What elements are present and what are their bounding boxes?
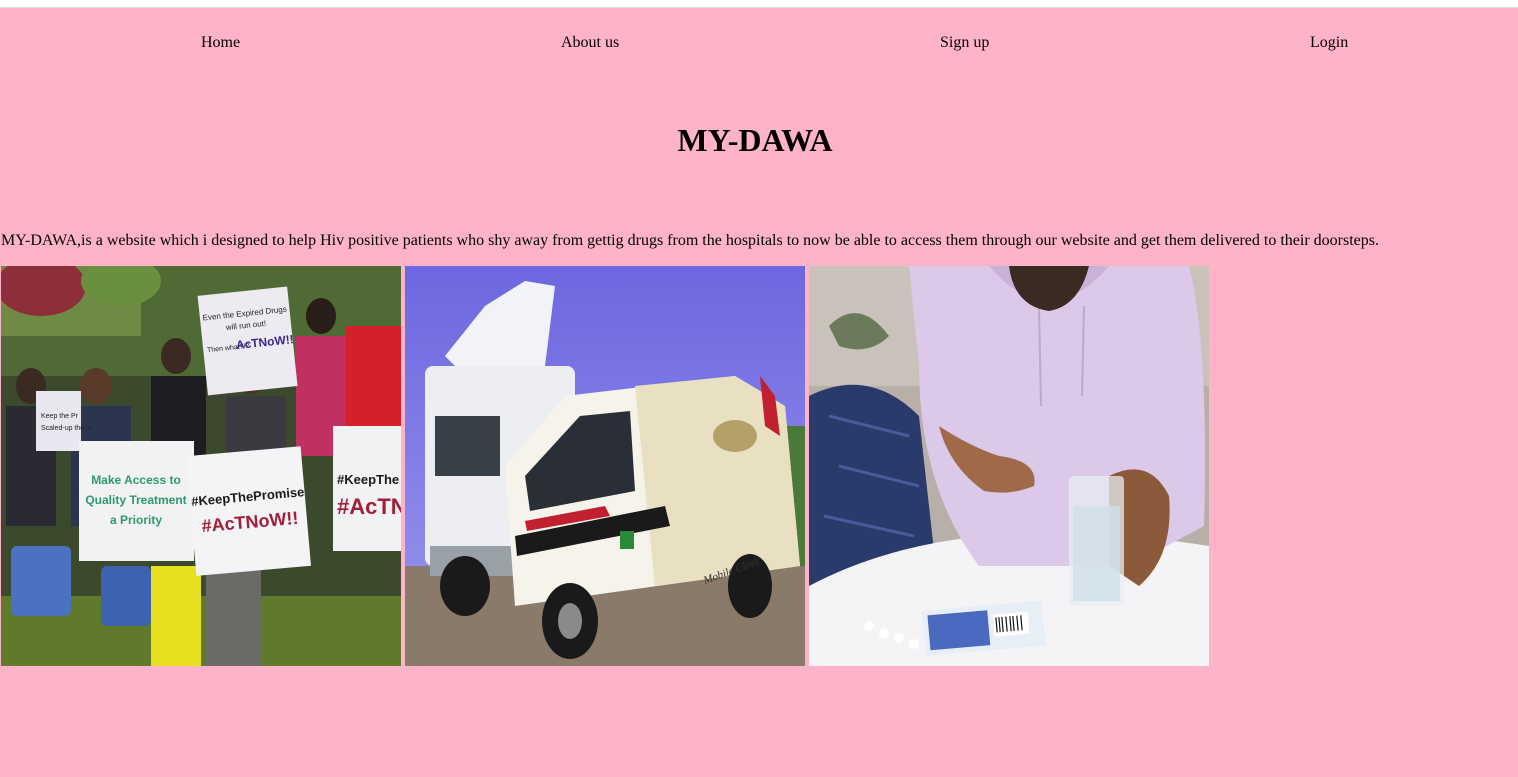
patient-medication-photo (809, 266, 1209, 666)
nav-link-sign-up[interactable]: Sign up (940, 34, 989, 52)
top-nav: Home About us Sign up Login (0, 34, 1518, 54)
sign-right-line-2: #AcTN (337, 494, 401, 519)
sign-green-line-1: Make Access to (91, 473, 181, 487)
page-background: Home About us Sign up Login MY-DAWA MY-D… (0, 7, 1518, 777)
sign-left-line-2: Scaled-up the Tr (41, 425, 93, 432)
sign-right-line-1: #KeepThe (337, 472, 399, 487)
sign-green-line-2: Quality Treatment (85, 493, 186, 507)
page-title: MY-DAWA (677, 122, 833, 158)
nav-link-about-us[interactable]: About us (561, 34, 619, 52)
nav-link-home[interactable]: Home (201, 34, 240, 52)
intro-paragraph: MY-DAWA,is a website which i designed to… (1, 232, 1379, 249)
nav-link-login[interactable]: Login (1310, 34, 1348, 52)
protest-photo: Even the Expired Drugs will run out! The… (1, 266, 401, 666)
mobile-clinic-photo: Mobile Clinic (405, 266, 805, 666)
sign-green-line-3: a Priority (110, 513, 162, 527)
sign-left-line-1: Keep the Pr (41, 413, 79, 420)
